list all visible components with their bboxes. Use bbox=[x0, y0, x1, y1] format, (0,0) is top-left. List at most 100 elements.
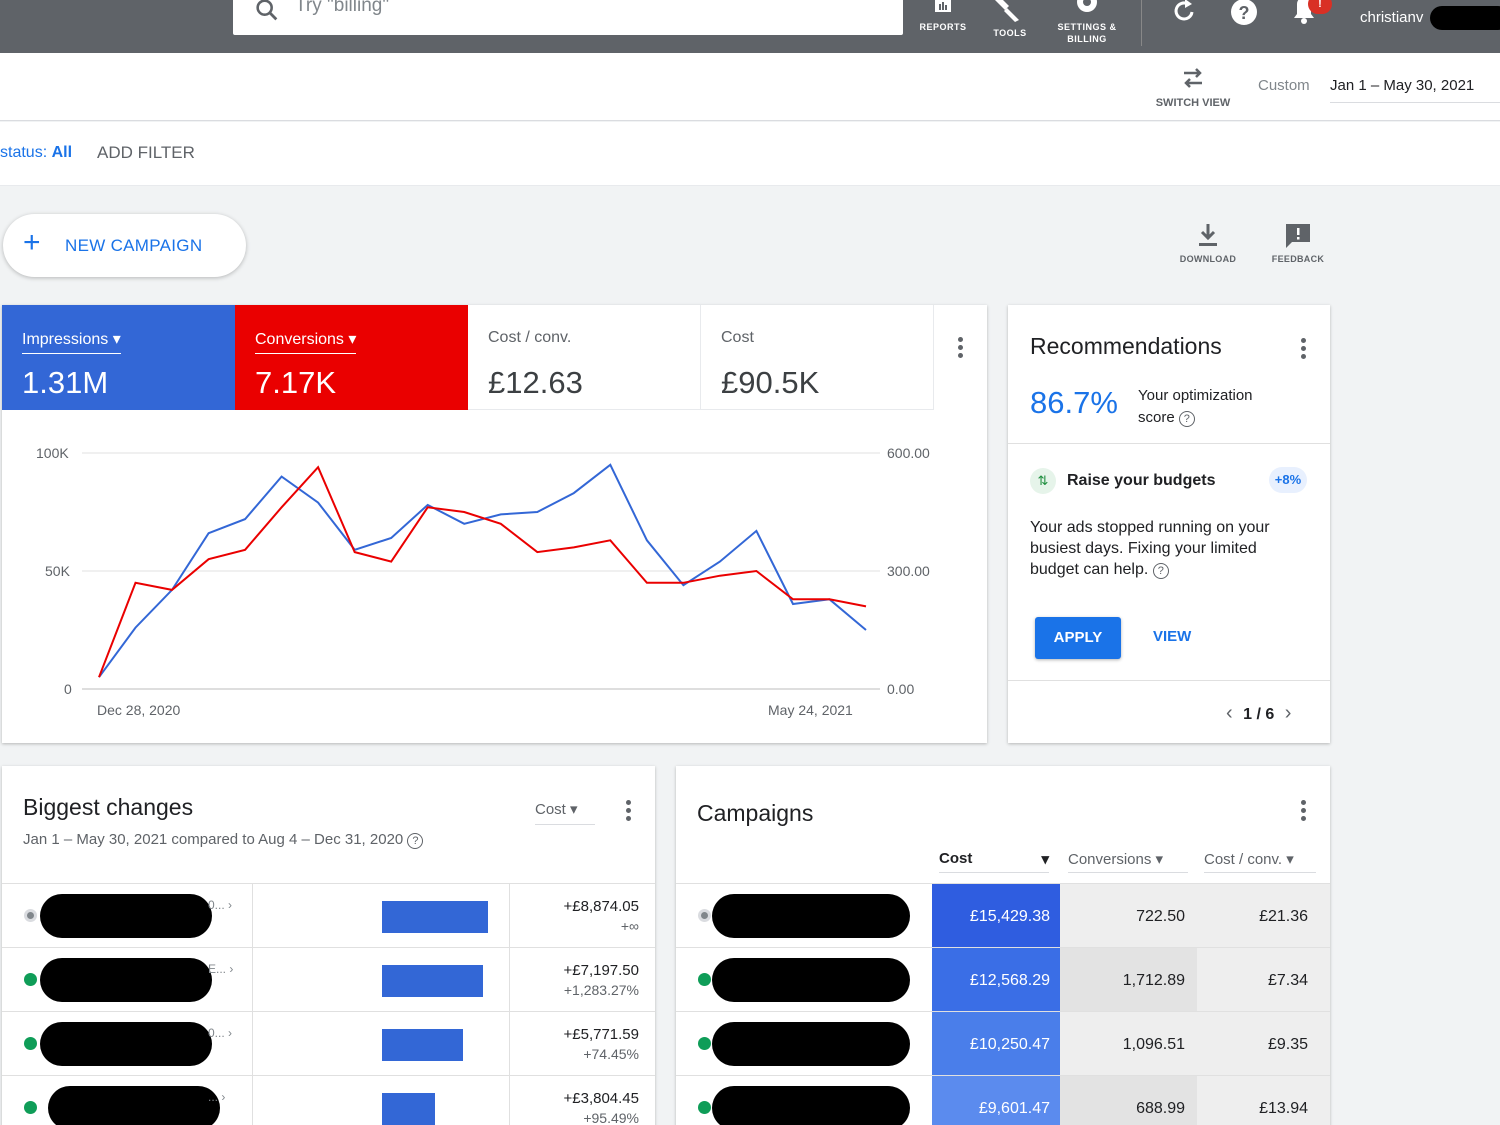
campaigns-title: Campaigns bbox=[697, 800, 814, 826]
divider bbox=[1008, 443, 1330, 444]
help-circle-icon[interactable]: ? bbox=[407, 833, 424, 849]
change-bar-cell bbox=[252, 1012, 510, 1076]
metric-impressions[interactable]: Impressions ▾ 1.31M bbox=[2, 305, 235, 410]
score-label-line1: Your optimization bbox=[1138, 387, 1253, 404]
biggest-changes-menu-icon[interactable] bbox=[623, 800, 633, 824]
metric-conversions-label[interactable]: Conversions ▾ bbox=[255, 329, 357, 354]
change-percent: +1,283.27% bbox=[563, 982, 639, 998]
top-bar: Try "billing" REPORTS TOOLS SETTINGS & B… bbox=[0, 0, 1500, 53]
campaigns-card: Campaigns Cost ▾ Conversions ▾ Cost / con… bbox=[676, 766, 1330, 1125]
date-range-picker[interactable]: Jan 1 – May 30, 2021 bbox=[1330, 77, 1500, 103]
recommendation-description: Your ads stopped running on your busiest… bbox=[1030, 517, 1310, 580]
help-icon[interactable]: ? bbox=[1229, 0, 1259, 28]
recommendations-menu-icon[interactable] bbox=[1298, 338, 1308, 362]
campaigns-menu-icon[interactable] bbox=[1298, 800, 1308, 824]
metric-conversions-value: 7.17K bbox=[255, 365, 337, 400]
truncated-name-suffix: 0... › bbox=[208, 898, 233, 912]
download-button[interactable]: DOWNLOAD bbox=[1176, 222, 1240, 264]
biggest-changes-card: Biggest changes Jan 1 – May 30, 2021 com… bbox=[2, 766, 655, 1125]
change-row[interactable]: 0... › +£5,771.59 +74.45% bbox=[2, 1011, 655, 1076]
feedback-button[interactable]: FEEDBACK bbox=[1266, 222, 1330, 264]
campaign-cost-per-conv-cell: £13.94 bbox=[1197, 1076, 1330, 1125]
new-campaign-button[interactable]: + NEW CAMPAIGN bbox=[3, 214, 246, 277]
download-icon bbox=[1199, 224, 1217, 246]
campaign-row[interactable]: £12,568.29 1,712.89 £7.34 bbox=[676, 947, 1330, 1012]
campaign-cost-cell: £9,601.47 bbox=[932, 1076, 1060, 1125]
column-header-cost-per-conv-label: Cost / conv. bbox=[1204, 851, 1283, 868]
column-header-cost-per-conv[interactable]: Cost / conv. ▾ bbox=[1204, 850, 1316, 873]
status-filter-label: status: bbox=[0, 144, 48, 161]
divider bbox=[1008, 680, 1330, 681]
switch-view-button[interactable]: SWITCH VIEW bbox=[1150, 65, 1236, 109]
campaign-conversions-cell: 688.99 bbox=[1060, 1076, 1197, 1125]
change-bar-cell bbox=[252, 1076, 510, 1125]
feedback-label: FEEDBACK bbox=[1271, 254, 1325, 264]
settings-label-line1: SETTINGS & bbox=[1057, 22, 1117, 32]
chevron-right-icon[interactable]: › bbox=[1285, 702, 1292, 724]
reports-label: REPORTS bbox=[919, 22, 967, 32]
tools-button[interactable]: TOOLS bbox=[985, 0, 1035, 38]
redacted-campaign-name bbox=[40, 894, 212, 938]
refresh-icon[interactable] bbox=[1170, 0, 1200, 28]
topbar-divider bbox=[1141, 0, 1142, 46]
change-bar-cell bbox=[252, 884, 510, 948]
change-row[interactable]: E... › +£7,197.50 +1,283.27% bbox=[2, 947, 655, 1012]
enabled-status-icon bbox=[698, 1101, 711, 1114]
pager-text: 1 / 6 bbox=[1243, 706, 1275, 723]
notification-badge: ! bbox=[1308, 0, 1332, 14]
redacted-campaign-name bbox=[712, 1086, 910, 1125]
apply-button[interactable]: APPLY bbox=[1035, 617, 1121, 659]
feedback-icon bbox=[1286, 224, 1310, 248]
campaign-cost-per-conv-cell: £7.34 bbox=[1197, 948, 1330, 1012]
enabled-status-icon bbox=[24, 1037, 37, 1050]
chevron-left-icon[interactable]: ‹ bbox=[1226, 702, 1233, 724]
metric-impressions-label[interactable]: Impressions ▾ bbox=[22, 329, 121, 354]
column-header-cost[interactable]: Cost ▾ bbox=[939, 850, 1049, 873]
recommendations-card: Recommendations 86.7% Your optimization … bbox=[1008, 305, 1330, 743]
y-axis-right-tick: 0.00 bbox=[887, 681, 915, 697]
svg-text:?: ? bbox=[1239, 3, 1250, 23]
change-row[interactable]: ... › +£3,804.45 +95.49% bbox=[2, 1075, 655, 1125]
campaign-row[interactable]: £9,601.47 688.99 £13.94 bbox=[676, 1075, 1330, 1125]
campaign-conversions-cell: 1,712.89 bbox=[1060, 948, 1197, 1012]
help-circle-icon[interactable]: ? bbox=[1178, 411, 1195, 427]
series-line-conversions bbox=[98, 465, 867, 678]
metric-cost-per-conv-label: Cost / conv. bbox=[488, 329, 572, 346]
redacted-campaign-name bbox=[48, 1086, 220, 1125]
change-value: +£7,197.50 bbox=[563, 962, 640, 979]
reports-button[interactable]: REPORTS bbox=[915, 0, 971, 32]
metric-conversions[interactable]: Conversions ▾ 7.17K bbox=[235, 305, 468, 410]
y-axis-left-tick: 50K bbox=[45, 563, 70, 579]
truncated-name-suffix: 0... › bbox=[208, 1026, 233, 1040]
status-filter-value: All bbox=[51, 144, 73, 161]
paused-status-icon bbox=[698, 909, 711, 922]
metric-cost-per-conv[interactable]: Cost / conv. £12.63 bbox=[468, 305, 701, 410]
truncated-name-suffix: ... › bbox=[208, 1090, 226, 1104]
chart-menu-icon[interactable] bbox=[955, 337, 965, 361]
optimization-score: 86.7% bbox=[1030, 385, 1118, 420]
campaign-row[interactable]: £10,250.47 1,096.51 £9.35 bbox=[676, 1011, 1330, 1076]
search-icon bbox=[256, 0, 278, 21]
tools-label: TOOLS bbox=[993, 28, 1027, 38]
view-button[interactable]: VIEW bbox=[1153, 628, 1191, 645]
search-input[interactable]: Try "billing" bbox=[233, 0, 903, 35]
biggest-changes-title: Biggest changes bbox=[23, 794, 194, 820]
help-circle-icon[interactable]: ? bbox=[1152, 563, 1169, 579]
reports-icon bbox=[935, 0, 951, 12]
campaign-cost-per-conv-cell: £21.36 bbox=[1197, 884, 1330, 948]
status-filter[interactable]: status: All bbox=[0, 144, 72, 162]
metric-cost[interactable]: Cost £90.5K bbox=[701, 305, 934, 410]
enabled-status-icon bbox=[698, 1037, 711, 1050]
column-header-conversions[interactable]: Conversions ▾ bbox=[1068, 850, 1188, 873]
settings-billing-button[interactable]: SETTINGS & BILLING bbox=[1052, 0, 1122, 45]
user-account[interactable]: christianv bbox=[1360, 9, 1423, 26]
change-row[interactable]: 0... › +£8,874.05 +∞ bbox=[2, 883, 655, 948]
recommendation-body-text: Your ads stopped running on your busiest… bbox=[1030, 519, 1270, 578]
add-filter-button[interactable]: ADD FILTER bbox=[97, 143, 195, 163]
recommendation-pager: ‹ 1 / 6 › bbox=[1226, 702, 1291, 725]
biggest-changes-metric-select[interactable]: Cost ▾ bbox=[535, 800, 595, 825]
change-percent: +74.45% bbox=[583, 1046, 639, 1062]
enabled-status-icon bbox=[24, 1101, 37, 1114]
change-bar bbox=[382, 965, 483, 997]
campaign-row[interactable]: £15,429.38 722.50 £21.36 bbox=[676, 883, 1330, 948]
